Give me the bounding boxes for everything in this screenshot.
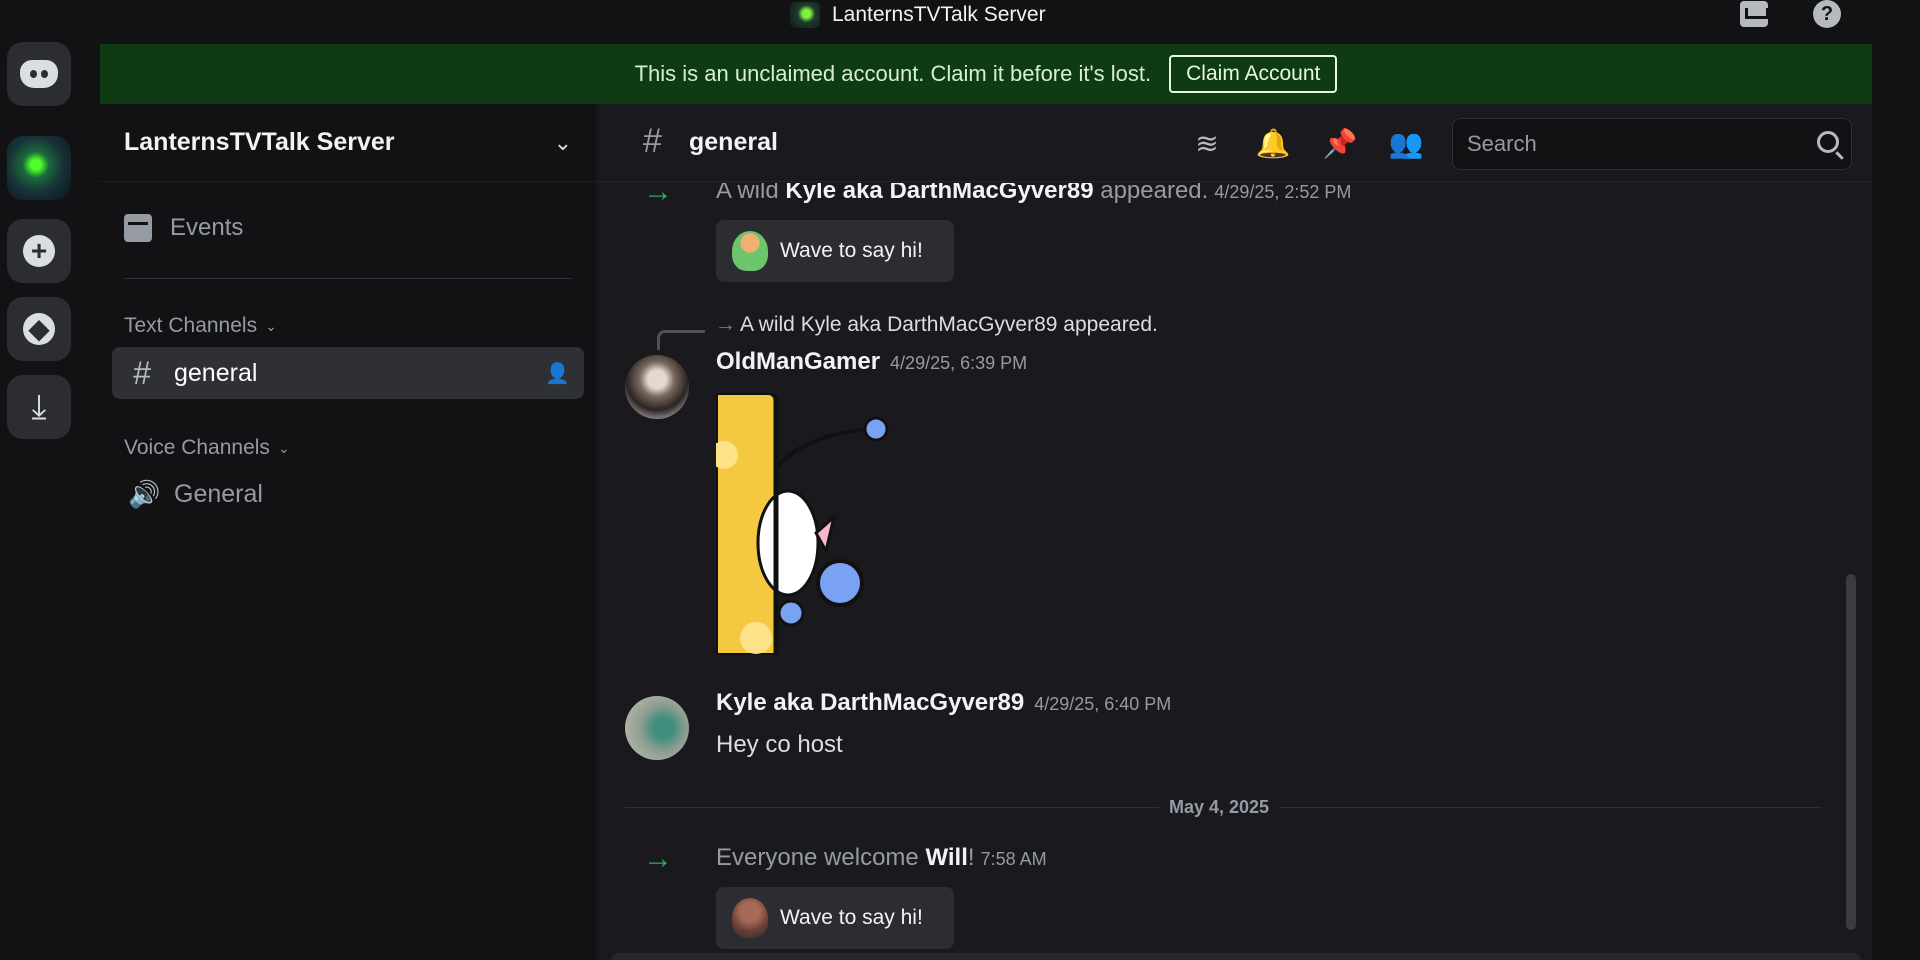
join-prefix: Everyone welcome xyxy=(716,844,926,871)
wave-button[interactable]: Wave to say hi! xyxy=(716,220,954,282)
join-username[interactable]: Kyle aka DarthMacGyver89 xyxy=(785,183,1093,204)
channel-label: General xyxy=(174,479,263,508)
message-composer[interactable] xyxy=(611,953,1861,960)
speaker-icon: 🔊 xyxy=(128,478,161,509)
wave-sticker-icon xyxy=(732,898,768,938)
avatar[interactable] xyxy=(625,355,689,419)
search-input[interactable] xyxy=(1467,131,1807,157)
server-icon-lanterns[interactable] xyxy=(7,136,71,200)
join-prefix: A wild xyxy=(716,183,786,204)
banner-text: This is an unclaimed account. Claim it b… xyxy=(634,61,1152,86)
server-rail: + ◆ ⤓ xyxy=(0,32,80,960)
timestamp: 7:58 AM xyxy=(980,849,1047,869)
channel-title: general xyxy=(689,128,778,156)
pin-icon[interactable]: 📌 xyxy=(1323,126,1358,160)
bunny-sticker[interactable] xyxy=(716,393,891,655)
reply-preview-text: A wild Kyle aka DarthMacGyver89 appeared… xyxy=(740,313,1158,336)
message-header: OldManGamer 4/29/25, 6:39 PM xyxy=(716,348,1027,376)
search-box[interactable] xyxy=(1452,118,1852,170)
add-server-icon: + xyxy=(23,235,55,267)
events-item[interactable]: Events xyxy=(124,214,243,242)
add-server-button[interactable]: + xyxy=(7,219,71,283)
window-title-text: LanternsTVTalk Server xyxy=(832,3,1046,26)
window-title: LanternsTVTalk Server xyxy=(790,2,1046,28)
system-join-message: Everyone welcome Will! 7:58 AM xyxy=(716,844,1047,872)
chevron-down-icon: ⌄ xyxy=(277,439,290,456)
category-text-channels[interactable]: Text Channels ⌄ xyxy=(124,314,277,338)
chevron-down-icon: ⌄ xyxy=(265,317,277,334)
channel-sidebar: LanternsTVTalk Server ⌄ Events Text Chan… xyxy=(100,104,598,960)
message-header: Kyle aka DarthMacGyver89 4/29/25, 6:40 PM xyxy=(716,689,1171,717)
explore-icon: ◆ xyxy=(23,313,55,345)
wave-sticker-icon xyxy=(732,231,768,271)
reply-preview[interactable]: → A wild Kyle aka DarthMacGyver89 appeare… xyxy=(715,313,1158,337)
server-header[interactable]: LanternsTVTalk Server ⌄ xyxy=(100,104,598,182)
system-join-message: A wild Kyle aka DarthMacGyver89 appeared… xyxy=(716,183,1351,205)
server-mini-icon xyxy=(790,2,820,28)
threads-icon[interactable]: ≋ xyxy=(1190,126,1224,160)
message-list: → A wild Kyle aka DarthMacGyver89 appear… xyxy=(599,183,1872,960)
create-invite-icon[interactable]: 👤 xyxy=(545,361,570,386)
help-icon[interactable]: ? xyxy=(1812,0,1842,28)
avatar[interactable] xyxy=(625,696,689,760)
wave-label: Wave to say hi! xyxy=(780,239,923,262)
timestamp: 4/29/25, 6:39 PM xyxy=(890,353,1028,373)
scrollbar-thumb[interactable] xyxy=(1846,574,1856,930)
chevron-down-icon: ⌄ xyxy=(553,130,572,155)
server-name: LanternsTVTalk Server xyxy=(124,128,395,156)
search-icon xyxy=(1817,131,1839,153)
username[interactable]: Kyle aka DarthMacGyver89 xyxy=(716,689,1024,716)
sidebar-divider xyxy=(124,278,572,279)
username[interactable]: OldManGamer xyxy=(716,348,880,375)
calendar-icon xyxy=(124,214,152,242)
explore-button[interactable]: ◆ xyxy=(7,297,71,361)
join-suffix: appeared. xyxy=(1093,183,1209,204)
category-label: Voice Channels xyxy=(124,436,270,459)
chat-panel: # general ≋ 🔔 📌 👥 → A wild Kyle aka Dart… xyxy=(599,104,1872,960)
home-button[interactable] xyxy=(7,42,71,106)
discord-icon xyxy=(20,60,58,88)
join-arrow-icon: → xyxy=(643,842,673,875)
unclaimed-account-banner: This is an unclaimed account. Claim it b… xyxy=(100,44,1872,104)
hash-icon: # xyxy=(643,122,662,160)
timestamp: 4/29/25, 6:40 PM xyxy=(1034,694,1172,714)
message-text: Hey co host xyxy=(716,731,843,758)
wave-label: Wave to say hi! xyxy=(780,906,923,929)
inbox-icon[interactable] xyxy=(1739,0,1769,28)
channel-header: # general ≋ 🔔 📌 👥 xyxy=(599,104,1872,182)
channel-label: general xyxy=(174,358,258,387)
timestamp: 4/29/25, 2:52 PM xyxy=(1214,183,1352,202)
hash-icon: # xyxy=(133,354,151,391)
claim-account-button[interactable]: Claim Account xyxy=(1169,55,1338,93)
join-username[interactable]: Will xyxy=(925,844,967,871)
scrollbar[interactable] xyxy=(1846,183,1856,960)
events-label: Events xyxy=(170,214,244,241)
category-voice-channels[interactable]: Voice Channels ⌄ xyxy=(124,436,290,460)
join-arrow-icon: → xyxy=(715,313,736,336)
title-bar: LanternsTVTalk Server ? xyxy=(0,0,1920,32)
join-arrow-icon: → xyxy=(643,183,673,208)
date-divider-label: May 4, 2025 xyxy=(1159,797,1280,818)
join-suffix: ! xyxy=(967,844,975,871)
bell-icon[interactable]: 🔔 xyxy=(1256,126,1291,160)
category-label: Text Channels xyxy=(124,314,258,337)
download-apps-button[interactable]: ⤓ xyxy=(7,375,71,439)
channel-item-general[interactable]: # general 👤 xyxy=(112,347,584,399)
download-icon: ⤓ xyxy=(31,387,47,426)
wave-button[interactable]: Wave to say hi! xyxy=(716,887,954,949)
members-icon[interactable]: 👥 xyxy=(1389,126,1424,160)
voice-channel-general[interactable]: 🔊 General xyxy=(112,468,584,520)
reply-connector xyxy=(657,330,705,350)
